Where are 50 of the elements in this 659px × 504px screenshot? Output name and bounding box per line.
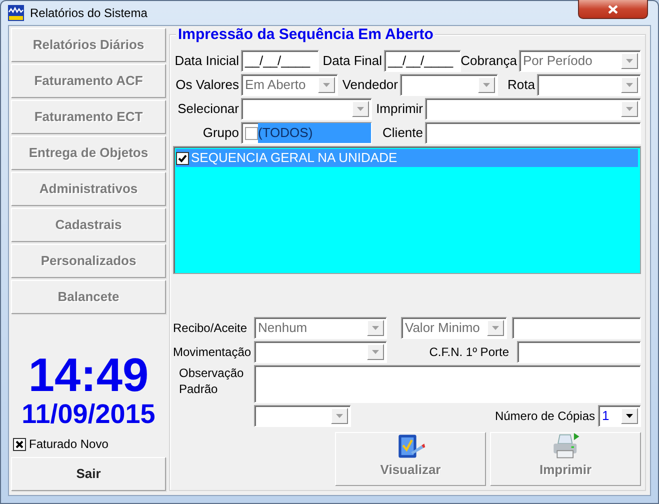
field-label: Número de Cópias xyxy=(494,408,596,425)
checkbox-label: Faturado Novo xyxy=(29,436,108,453)
field-label: Data Final xyxy=(322,52,383,70)
caret-icon xyxy=(357,107,364,111)
field-label: Cobrança xyxy=(461,52,518,70)
field-label: Cliente xyxy=(382,124,424,142)
field-label: Vendedor xyxy=(341,76,399,94)
field-label: Imprimir xyxy=(375,100,424,118)
window-title: Relatórios do Sistema xyxy=(30,5,148,22)
caret-icon xyxy=(336,414,343,418)
dropdown[interactable]: 1 xyxy=(598,405,641,427)
group-title: Impressão da Sequência Em Aberto xyxy=(176,26,436,43)
input-field[interactable] xyxy=(517,341,641,363)
field-label: Observação Padrão xyxy=(178,365,245,398)
caret-icon xyxy=(372,326,379,330)
field-label: Rota xyxy=(506,76,536,94)
field-label: Grupo xyxy=(202,124,240,142)
group-selector[interactable]: (TODOS) xyxy=(241,122,372,144)
selected-option: (TODOS) xyxy=(258,123,371,143)
field-label: Os Valores xyxy=(174,76,240,94)
caret-icon xyxy=(626,414,633,418)
caret-icon xyxy=(626,59,633,63)
exit-button[interactable]: Sair xyxy=(11,457,166,491)
checkbox[interactable] xyxy=(176,152,189,164)
checkbox[interactable] xyxy=(245,126,258,140)
caret-icon xyxy=(323,83,330,87)
field-label: Selecionar xyxy=(176,100,240,118)
checkbox[interactable] xyxy=(13,438,26,450)
input-field[interactable] xyxy=(425,122,641,144)
dropdown-button[interactable] xyxy=(621,408,638,424)
caret-icon xyxy=(372,350,379,354)
field-label: C.F.N. 1º Porte xyxy=(428,344,510,361)
input-field[interactable] xyxy=(512,317,641,339)
caret-icon xyxy=(492,326,499,330)
clock-time: 14:49 xyxy=(28,351,149,399)
date-field[interactable]: __/__/____ xyxy=(384,50,461,72)
list-item-label: SEQUENCIA GERAL NA UNIDADE xyxy=(191,149,398,168)
caret-icon xyxy=(483,83,490,87)
field-label: Data Inicial xyxy=(174,52,240,70)
date-field[interactable]: __/__/____ xyxy=(241,50,319,72)
close-icon xyxy=(608,4,618,14)
close-button[interactable] xyxy=(578,0,648,19)
caret-icon xyxy=(626,83,633,87)
field-label: Recibo/Aceite xyxy=(173,320,248,337)
caret-icon xyxy=(626,107,633,111)
clock-date: 11/09/2015 xyxy=(22,399,156,429)
field-label: Movimentação xyxy=(173,344,252,361)
app-icon xyxy=(8,5,24,21)
text-area[interactable] xyxy=(254,365,641,403)
list-item[interactable]: SEQUENCIA GERAL NA UNIDADE xyxy=(176,149,638,167)
